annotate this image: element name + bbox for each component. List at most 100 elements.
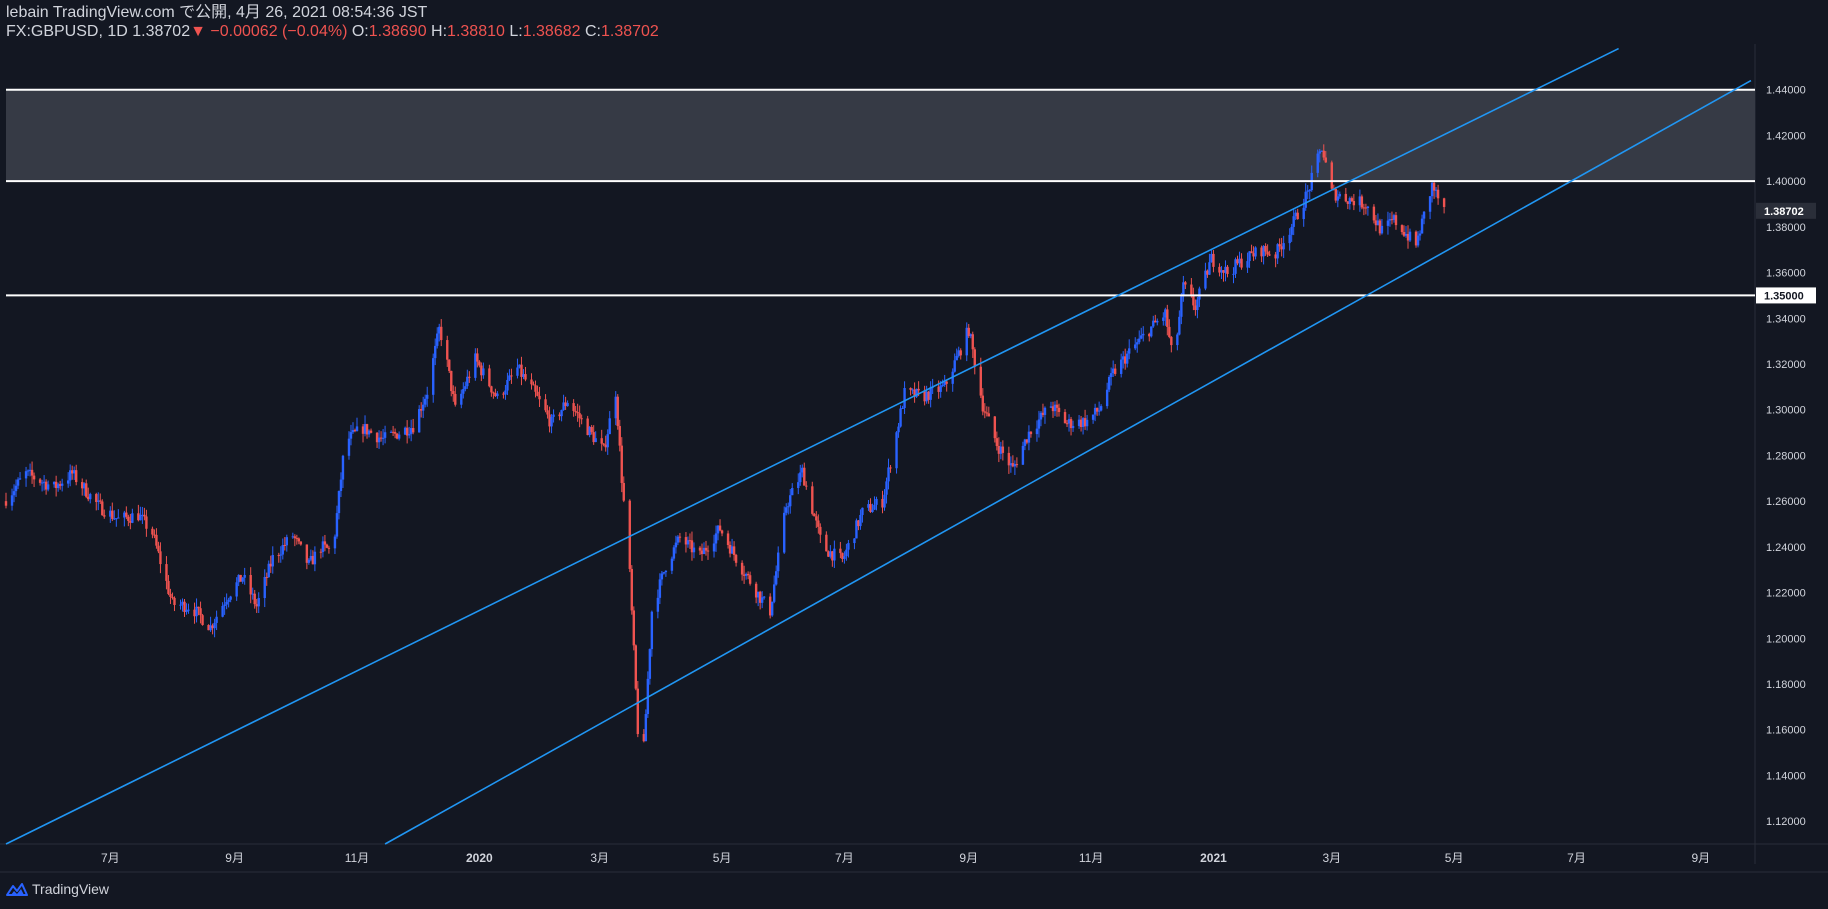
candle-body xyxy=(660,573,664,580)
x-tick-label: 3月 xyxy=(1322,851,1341,865)
candle-body xyxy=(901,407,904,409)
candle-body xyxy=(323,541,327,545)
candle-body xyxy=(1250,251,1253,254)
candle-body xyxy=(18,478,22,480)
x-tick-label: 5月 xyxy=(1445,851,1464,865)
candle-body xyxy=(173,597,176,605)
candle-body xyxy=(1400,225,1404,233)
candle-body xyxy=(883,494,886,508)
candle-body xyxy=(155,534,158,546)
candle-body xyxy=(187,609,190,611)
y-tick-label: 1.32000 xyxy=(1766,359,1806,371)
candle-body xyxy=(307,559,311,563)
candle-body xyxy=(871,509,874,513)
candle-body xyxy=(732,546,736,555)
y-tick-label: 1.20000 xyxy=(1766,633,1806,645)
candle-body xyxy=(1128,348,1131,354)
footer-brand[interactable]: TradingView xyxy=(32,881,109,897)
candle-body xyxy=(32,475,36,480)
candle-body xyxy=(1422,211,1426,219)
candle-body xyxy=(885,481,888,495)
y-tick-label: 1.38000 xyxy=(1766,222,1806,234)
candle-body xyxy=(1091,414,1095,420)
candle-body xyxy=(510,375,513,377)
candle-body xyxy=(1302,207,1305,220)
candle-body xyxy=(297,538,301,542)
candle-body xyxy=(516,367,519,376)
candle-body xyxy=(1330,162,1333,189)
candle-body xyxy=(271,555,274,567)
candle-body xyxy=(664,570,668,573)
candle-body xyxy=(1035,428,1039,435)
candle-body xyxy=(101,501,104,516)
candle-body xyxy=(1166,309,1169,327)
candle-body xyxy=(411,428,415,433)
candle-body xyxy=(644,714,648,742)
candle-body xyxy=(452,391,455,395)
candle-body xyxy=(1138,338,1141,343)
candle-body xyxy=(468,376,471,378)
candle-body xyxy=(534,385,537,392)
candle-body xyxy=(648,649,652,679)
candle-body xyxy=(939,385,942,392)
candle-body xyxy=(590,426,593,433)
candle-body xyxy=(791,488,794,496)
candle-body xyxy=(576,411,579,414)
candle-body xyxy=(630,568,633,611)
candle-body xyxy=(1344,193,1348,202)
candle-body xyxy=(225,601,228,605)
level-price-tag-label: 1.35000 xyxy=(1764,290,1804,302)
x-tick-label: 7月 xyxy=(835,851,854,865)
candle-body xyxy=(1282,243,1285,250)
candle-body xyxy=(1352,200,1356,206)
candle-body xyxy=(111,510,114,519)
candle-body xyxy=(941,384,944,386)
candle-body xyxy=(895,432,898,469)
candle-body xyxy=(4,501,8,506)
candle-body xyxy=(1316,153,1319,173)
candle-body xyxy=(572,403,575,411)
candle-body xyxy=(103,515,106,517)
candle-body xyxy=(299,541,303,545)
price-chart[interactable]: 1.12000 1.14000 1.16000 1.18000 1.20000 1.220… xyxy=(0,0,1828,909)
candle-body xyxy=(524,374,527,380)
candle-body xyxy=(552,414,555,417)
candle-body xyxy=(574,410,577,412)
candle-body xyxy=(1150,326,1153,337)
candle-body xyxy=(482,368,485,376)
candle-body xyxy=(634,645,638,689)
candle-body xyxy=(580,418,583,420)
candle-body xyxy=(550,416,553,427)
candle-body xyxy=(313,551,317,565)
candle-body xyxy=(847,543,850,550)
candle-body xyxy=(85,483,88,497)
candles-group xyxy=(4,144,1446,743)
candle-body xyxy=(608,418,611,435)
candle-body xyxy=(959,350,962,356)
candle-body xyxy=(546,410,549,415)
candle-body xyxy=(1176,334,1179,346)
candle-body xyxy=(1043,407,1047,415)
candle-body xyxy=(369,430,373,433)
candle-body xyxy=(1113,368,1117,374)
candle-body xyxy=(1029,431,1033,435)
candle-body xyxy=(1063,412,1067,424)
candle-body xyxy=(785,507,788,513)
candle-body xyxy=(622,482,625,501)
candle-body xyxy=(789,495,792,507)
footer: TradingView xyxy=(6,881,109,897)
candle-body xyxy=(953,360,956,372)
candle-body xyxy=(279,554,282,556)
candle-body xyxy=(1162,317,1165,321)
candle-body xyxy=(1097,410,1101,412)
candle-body xyxy=(1021,445,1025,465)
candle-body xyxy=(293,536,297,538)
candle-body xyxy=(151,528,154,535)
candle-body xyxy=(825,534,828,552)
candle-body xyxy=(440,326,443,341)
candle-body xyxy=(355,426,359,432)
candle-body xyxy=(748,575,752,584)
candle-body xyxy=(887,467,890,482)
candle-body xyxy=(227,599,230,602)
candle-body xyxy=(1055,404,1059,408)
